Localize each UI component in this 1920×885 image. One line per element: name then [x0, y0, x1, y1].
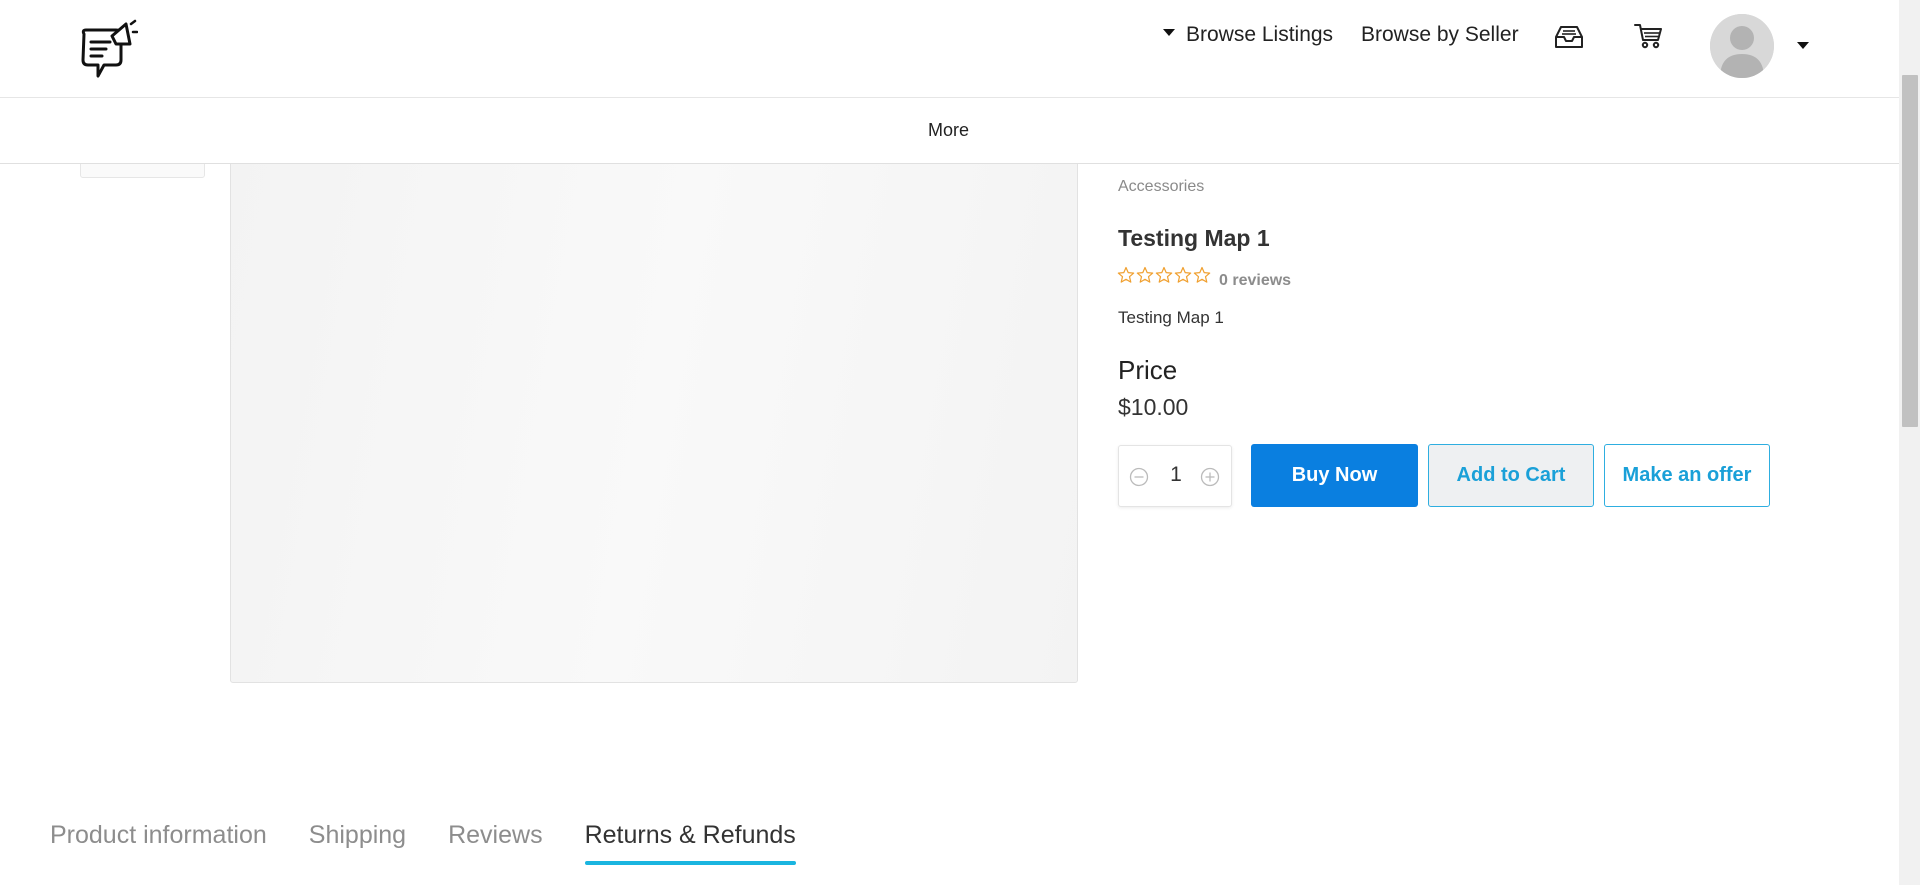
tab-product-information[interactable]: Product information — [50, 818, 267, 868]
tab-shipping[interactable]: Shipping — [309, 818, 406, 868]
price-value: $10.00 — [1118, 394, 1189, 420]
reviews-count[interactable]: 0 reviews — [1219, 272, 1291, 290]
plus-circle-icon[interactable] — [1200, 467, 1220, 487]
more-menu-link[interactable]: More — [928, 118, 969, 142]
inbox-icon[interactable] — [1553, 24, 1585, 50]
tab-returns-refunds[interactable]: Returns & Refunds — [584, 818, 797, 868]
rating-stars — [1117, 266, 1211, 288]
browse-by-seller-link[interactable]: Browse by Seller — [1361, 20, 1519, 50]
star-icon — [1193, 266, 1211, 283]
minus-circle-icon[interactable] — [1129, 467, 1149, 487]
star-icon — [1117, 266, 1135, 283]
quantity-stepper — [1118, 445, 1232, 507]
product-category[interactable]: Accessories — [1118, 178, 1204, 196]
logo-icon[interactable] — [76, 16, 139, 82]
star-icon — [1174, 266, 1192, 283]
browse-listings-link[interactable]: Browse Listings — [1163, 20, 1333, 50]
price-label: Price — [1118, 355, 1178, 385]
star-icon — [1136, 266, 1154, 283]
star-icon — [1155, 266, 1173, 283]
secondary-navbar: More — [0, 98, 1899, 164]
quantity-input[interactable] — [1159, 463, 1193, 487]
browse-listings-label: Browse Listings — [1186, 23, 1334, 46]
make-offer-button[interactable]: Make an offer — [1604, 444, 1770, 507]
product-main-image — [230, 150, 1078, 683]
buy-now-button[interactable]: Buy Now — [1251, 444, 1418, 507]
page-scrollbar[interactable] — [1899, 0, 1920, 885]
caret-down-icon — [1163, 28, 1175, 36]
add-to-cart-button[interactable]: Add to Cart — [1428, 444, 1594, 507]
scrollbar-thumb[interactable] — [1902, 75, 1918, 427]
tab-reviews[interactable]: Reviews — [448, 818, 542, 868]
caret-down-icon[interactable] — [1797, 42, 1809, 49]
top-navbar: Browse Listings Browse by Seller — [0, 0, 1899, 98]
product-description: Testing Map 1 — [1118, 308, 1224, 327]
cart-icon[interactable] — [1633, 22, 1663, 50]
user-avatar[interactable] — [1710, 14, 1774, 78]
product-title: Testing Map 1 — [1118, 225, 1270, 251]
product-tabs: Product information Shipping Reviews Ret… — [50, 818, 838, 868]
